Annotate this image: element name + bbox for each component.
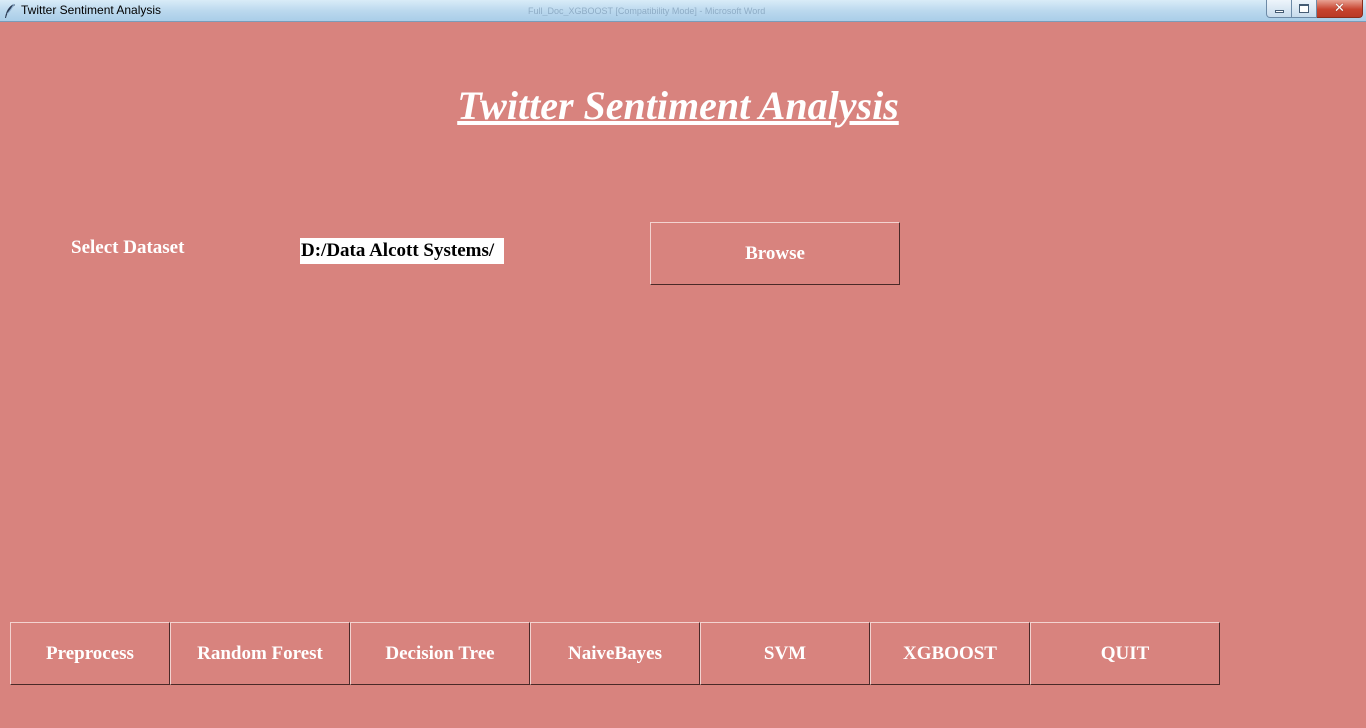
window-title: Twitter Sentiment Analysis xyxy=(21,3,162,17)
decision-tree-button[interactable]: Decision Tree xyxy=(350,622,530,685)
window-controls: ✕ xyxy=(1266,0,1363,18)
window-title-bar[interactable]: Twitter Sentiment Analysis Full_Doc_XGBO… xyxy=(0,0,1366,22)
maximize-icon xyxy=(1299,4,1309,13)
random-forest-button[interactable]: Random Forest xyxy=(170,622,350,685)
minimize-button[interactable] xyxy=(1266,0,1292,18)
naive-bayes-button[interactable]: NaiveBayes xyxy=(530,622,700,685)
close-button[interactable]: ✕ xyxy=(1317,0,1363,18)
background-window-title: Full_Doc_XGBOOST [Compatibility Mode] - … xyxy=(528,6,766,16)
maximize-button[interactable] xyxy=(1292,0,1317,18)
svm-button[interactable]: SVM xyxy=(700,622,870,685)
xgboost-button[interactable]: XGBOOST xyxy=(870,622,1030,685)
browse-button[interactable]: Browse xyxy=(650,222,900,285)
dataset-path-input[interactable] xyxy=(300,238,504,264)
feather-icon xyxy=(3,3,17,19)
action-toolbar: Preprocess Random Forest Decision Tree N… xyxy=(10,622,1220,685)
preprocess-button[interactable]: Preprocess xyxy=(10,622,170,685)
minimize-icon xyxy=(1274,10,1284,13)
close-icon: ✕ xyxy=(1334,1,1345,16)
quit-button[interactable]: QUIT xyxy=(1030,622,1220,685)
page-title: Twitter Sentiment Analysis xyxy=(457,83,899,128)
select-dataset-label: Select Dataset xyxy=(71,237,185,258)
